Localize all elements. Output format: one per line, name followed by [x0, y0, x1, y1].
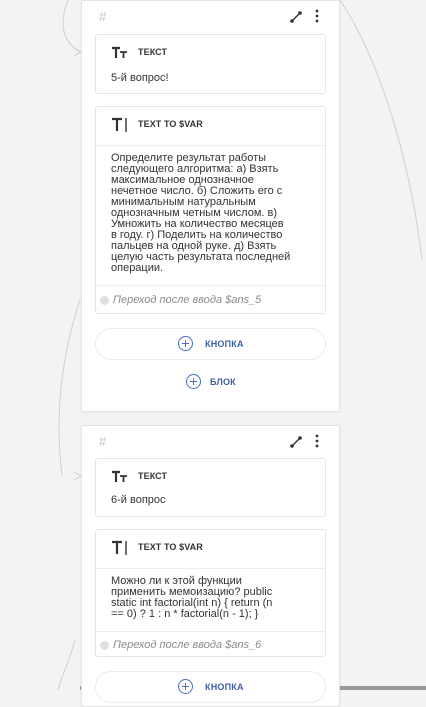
- transition-port-dot[interactable]: [100, 641, 109, 650]
- text-card[interactable]: ТЕКСТ 5-й вопрос!: [95, 34, 326, 94]
- card-divider: [96, 285, 325, 286]
- question-text: Определите результат работы следующего а…: [111, 152, 291, 274]
- card-divider: [96, 568, 325, 569]
- message-text: 6-й вопрос: [111, 494, 166, 506]
- text-type-icon: [112, 46, 127, 58]
- connect-icon[interactable]: [289, 435, 303, 449]
- transition-label: Переход после ввода $ans_6: [113, 639, 262, 651]
- connector-arrow: [73, 471, 83, 481]
- node-header: #: [82, 1, 339, 31]
- transition-label: Переход после ввода $ans_5: [113, 294, 262, 306]
- text-to-var-card[interactable]: TEXT TO $VAR Можно ли к этой функции при…: [95, 529, 326, 657]
- plus-circle-icon: [178, 336, 193, 351]
- plus-circle-icon: [178, 679, 193, 694]
- node-header: #: [82, 426, 339, 456]
- connector-line: [58, 299, 81, 476]
- card-type-label: TEXT TO $VAR: [138, 119, 203, 129]
- card-type-label: ТЕКСТ: [138, 471, 168, 481]
- text-card[interactable]: ТЕКСТ 6-й вопрос: [95, 458, 326, 517]
- text-cursor-icon: [112, 540, 127, 555]
- more-vertical-icon[interactable]: [312, 433, 322, 449]
- node-anchor-label: #: [99, 434, 107, 449]
- message-text: 5-й вопрос!: [111, 72, 169, 84]
- card-type-label: ТЕКСТ: [138, 47, 168, 57]
- connect-icon[interactable]: [289, 10, 303, 24]
- text-to-var-card[interactable]: TEXT TO $VAR Определите результат работы…: [95, 106, 326, 314]
- connector-arrow: [73, 47, 83, 57]
- add-button-button[interactable]: КНОПКА: [95, 671, 326, 703]
- card-divider: [96, 145, 325, 146]
- connector-line: [62, 0, 81, 53]
- node-anchor-label: #: [99, 9, 107, 24]
- add-block-button[interactable]: БЛОК: [186, 373, 246, 391]
- plus-circle-icon: [186, 374, 201, 389]
- flow-node[interactable]: # ТЕКСТ 6-й вопрос TEXT TO $VAR Можно ли…: [81, 425, 340, 707]
- card-type-label: TEXT TO $VAR: [138, 542, 203, 552]
- add-block-label: БЛОК: [210, 377, 236, 387]
- connector-line: [57, 639, 76, 690]
- connector-line: [339, 0, 423, 261]
- transition-port-dot[interactable]: [100, 296, 109, 305]
- more-vertical-icon[interactable]: [312, 8, 322, 24]
- add-button-label: КНОПКА: [205, 682, 244, 692]
- text-cursor-icon: [112, 117, 127, 132]
- text-type-icon: [112, 470, 127, 482]
- card-divider: [96, 631, 325, 632]
- flow-node[interactable]: # ТЕКСТ 5-й вопрос! TEXT TO $VAR Определ…: [81, 0, 340, 412]
- question-text: Можно ли к этой функции применить мемоиз…: [111, 575, 273, 620]
- add-button-button[interactable]: КНОПКА: [95, 328, 326, 360]
- add-button-label: КНОПКА: [205, 339, 244, 349]
